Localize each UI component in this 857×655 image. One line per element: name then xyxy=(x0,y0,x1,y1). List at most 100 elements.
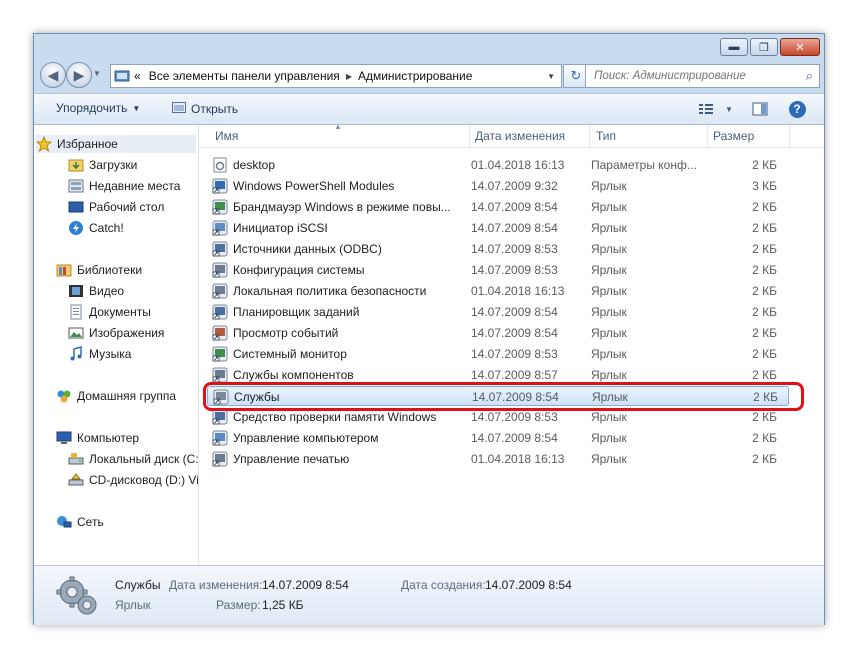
column-divider[interactable] xyxy=(707,125,708,147)
history-dropdown-icon[interactable]: ▼ xyxy=(93,69,103,79)
table-row[interactable]: Конфигурация системы 14.07.2009 8:53 Ярлык… xyxy=(207,260,789,280)
address-bar[interactable]: « Все элементы панели управления ▶ Админ… xyxy=(110,64,562,88)
search-box[interactable]: ⌕ xyxy=(585,64,820,88)
shortcut-icon xyxy=(212,430,228,446)
nav-catch-label: Catch! xyxy=(89,221,124,235)
nav-pictures[interactable]: Изображения xyxy=(68,324,164,342)
nav-network[interactable]: Сеть xyxy=(56,513,104,531)
chevron-down-icon: ▼ xyxy=(132,103,141,113)
file-name: Локальная политика безопасности xyxy=(233,284,427,298)
breadcrumb-administration[interactable]: Администрирование xyxy=(354,69,476,83)
nav-videos[interactable]: Видео xyxy=(68,282,124,300)
table-row[interactable]: Брандмауэр Windows в режиме повы... 14.07… xyxy=(207,197,789,217)
file-name: Системный монитор xyxy=(233,347,347,361)
video-icon xyxy=(68,283,84,299)
nav-recent-places[interactable]: Недавние места xyxy=(68,177,180,195)
nav-favorites[interactable]: Избранное xyxy=(35,135,196,153)
search-icon[interactable]: ⌕ xyxy=(806,68,813,84)
breadcrumb-overflow[interactable]: « xyxy=(130,69,145,83)
table-row[interactable]: Системный монитор 14.07.2009 8:53 Ярлык 2 К… xyxy=(207,344,789,364)
file-type: Ярлык xyxy=(591,179,627,193)
explorer-window: ▬ ❐ ✕ ◀ ▶ ▼ « Все элементы панели управл… xyxy=(33,33,825,625)
navigation-pane: Избранное Загрузки Недавние места Рабочи… xyxy=(34,125,199,565)
table-row[interactable]: Управление компьютером 14.07.2009 8:54 Ярл… xyxy=(207,428,789,448)
organize-button[interactable]: Упорядочить ▼ xyxy=(56,101,140,115)
maximize-button[interactable]: ❐ xyxy=(750,38,778,56)
view-dropdown-icon[interactable]: ▼ xyxy=(720,100,738,118)
file-size: 2 КБ xyxy=(752,284,777,298)
nav-libraries[interactable]: Библиотеки xyxy=(56,261,142,279)
back-button[interactable]: ◀ xyxy=(40,62,66,88)
column-date[interactable]: Дата изменения xyxy=(475,129,565,143)
nav-homegroup[interactable]: Домашняя группа xyxy=(56,387,176,405)
column-size[interactable]: Размер xyxy=(713,129,754,143)
nav-network-label: Сеть xyxy=(77,515,104,529)
forward-button[interactable]: ▶ xyxy=(66,62,92,88)
file-date: 14.07.2009 8:54 xyxy=(471,305,558,319)
view-options-icon[interactable] xyxy=(697,100,715,118)
music-icon xyxy=(68,346,84,362)
search-input[interactable] xyxy=(592,69,796,83)
nav-computer[interactable]: Компьютер xyxy=(56,429,139,447)
table-row[interactable]: Windows PowerShell Modules 14.07.2009 9:3… xyxy=(207,176,789,196)
nav-downloads-label: Загрузки xyxy=(89,158,138,172)
homegroup-icon xyxy=(56,388,72,404)
nav-music[interactable]: Музыка xyxy=(68,345,131,363)
shortcut-icon xyxy=(212,241,228,257)
close-button[interactable]: ✕ xyxy=(780,38,820,56)
shortcut-icon xyxy=(212,220,228,236)
file-size: 2 КБ xyxy=(752,452,777,466)
file-type: Ярлык xyxy=(591,452,627,466)
table-row[interactable]: desktop 01.04.2018 16:13 Параметры конф...… xyxy=(207,155,789,175)
column-type[interactable]: Тип xyxy=(596,129,616,143)
nav-libraries-label: Библиотеки xyxy=(77,263,143,277)
window-controls: ▬ ❐ ✕ xyxy=(720,38,820,56)
highlight-annotation xyxy=(203,382,804,411)
file-name: Windows PowerShell Modules xyxy=(233,179,395,193)
recent-places-icon xyxy=(68,178,84,194)
file-size: 2 КБ xyxy=(752,326,777,340)
table-row[interactable]: Просмотр событий 14.07.2009 8:54 Ярлык 2 КБ xyxy=(207,323,789,343)
nav-pictures-label: Изображения xyxy=(89,326,165,340)
details-file-name: Службы xyxy=(115,578,161,592)
nav-cd-drive-d[interactable]: CD-дисковод (D:) Vi xyxy=(68,471,199,489)
table-row[interactable]: Источники данных (ODBC) 14.07.2009 8:53 Яр… xyxy=(207,239,789,259)
nav-catch[interactable]: Catch! xyxy=(68,219,124,237)
catch-icon xyxy=(68,220,84,236)
nav-local-disk-c[interactable]: Локальный диск (C: xyxy=(68,450,198,468)
file-type: Ярлык xyxy=(591,431,627,445)
file-size: 2 КБ xyxy=(752,263,777,277)
minimize-button[interactable]: ▬ xyxy=(720,38,748,56)
file-date: 14.07.2009 8:54 xyxy=(471,221,558,235)
open-button[interactable]: Открыть xyxy=(172,101,238,116)
sort-ascending-icon: ▲ xyxy=(334,122,342,131)
table-row[interactable]: Локальная политика безопасности 01.04.201… xyxy=(207,281,789,301)
nav-music-label: Музыка xyxy=(89,347,132,361)
table-row[interactable]: Инициатор iSCSI 14.07.2009 8:54 Ярлык 2 КБ xyxy=(207,218,789,238)
file-size: 2 КБ xyxy=(752,410,777,424)
nav-desktop[interactable]: Рабочий стол xyxy=(68,198,164,216)
details-modified-value: 14.07.2009 8:54 xyxy=(262,578,349,592)
breadcrumb-all-control-panel-items[interactable]: Все элементы панели управления xyxy=(145,69,344,83)
table-row[interactable]: Планировщик заданий 14.07.2009 8:54 Ярлык 2… xyxy=(207,302,789,322)
column-divider[interactable] xyxy=(789,125,790,147)
organize-label: Упорядочить xyxy=(56,101,128,115)
details-modified-label: Дата изменения: xyxy=(169,578,263,592)
preview-pane-icon[interactable] xyxy=(751,100,769,118)
column-divider[interactable] xyxy=(589,125,590,147)
star-icon xyxy=(35,135,53,153)
address-dropdown-icon[interactable]: ▼ xyxy=(547,72,555,81)
file-date: 01.04.2018 16:13 xyxy=(471,452,565,466)
nav-cd-drive-d-label: CD-дисковод (D:) Vi xyxy=(89,473,199,487)
file-type: Ярлык xyxy=(591,284,627,298)
table-row[interactable]: Управление печатью 01.04.2018 16:13 Ярлык 2… xyxy=(207,449,789,469)
column-name[interactable]: Имя xyxy=(215,129,238,143)
breadcrumb-separator-icon[interactable]: ▶ xyxy=(344,72,354,81)
shortcut-icon xyxy=(212,283,228,299)
nav-desktop-label: Рабочий стол xyxy=(89,200,165,214)
column-divider[interactable] xyxy=(469,125,470,147)
nav-documents[interactable]: Документы xyxy=(68,303,151,321)
file-type: Ярлык xyxy=(591,221,627,235)
help-button[interactable]: ? xyxy=(788,100,806,118)
nav-downloads[interactable]: Загрузки xyxy=(68,156,137,174)
